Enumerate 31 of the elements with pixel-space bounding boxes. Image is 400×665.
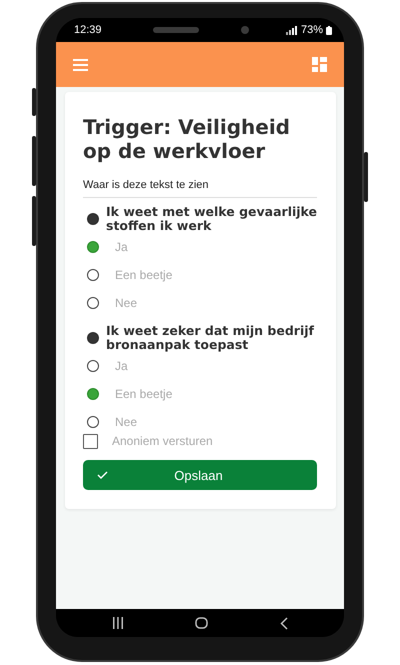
radio-button[interactable]: [87, 297, 99, 309]
subtitle: Waar is deze tekst te zien: [83, 179, 317, 198]
battery-level: 73%: [300, 24, 323, 36]
radio-button[interactable]: [87, 269, 99, 281]
question-text: Ik weet zeker dat mijn bedrijf bronaanpak toepast: [106, 324, 315, 352]
option-label: Nee: [115, 296, 138, 310]
battery-icon: [326, 26, 332, 34]
home-icon[interactable]: [195, 617, 208, 629]
option-label: Ja: [115, 359, 128, 373]
bullet-icon: [87, 213, 99, 225]
camera-lens: [241, 26, 249, 34]
option-label: Nee: [115, 415, 138, 429]
recent-apps-icon[interactable]: [112, 617, 124, 629]
speaker-grille: [153, 27, 199, 33]
page-title: Trigger: Veiligheid op de werkvloer: [83, 115, 291, 163]
option-label: Een beetje: [115, 387, 172, 401]
option-label: Een beetje: [115, 268, 172, 282]
back-icon[interactable]: [280, 616, 288, 630]
save-button[interactable]: Opslaan: [83, 460, 317, 490]
clock-time: 12:39: [74, 24, 102, 36]
option-label: Ja: [115, 240, 128, 254]
signal-icon: [286, 26, 298, 34]
checkbox-label: Anoniem versturen: [112, 434, 213, 448]
radio-button[interactable]: [87, 388, 99, 400]
question-text: Ik weet met welke gevaarlijke stoffen ik werk: [106, 205, 317, 233]
radio-button[interactable]: [87, 241, 99, 253]
check-icon: [97, 471, 108, 479]
radio-button[interactable]: [87, 416, 99, 428]
radio-button[interactable]: [87, 360, 99, 372]
checkbox[interactable]: [83, 434, 98, 448]
bullet-icon: [87, 332, 99, 344]
